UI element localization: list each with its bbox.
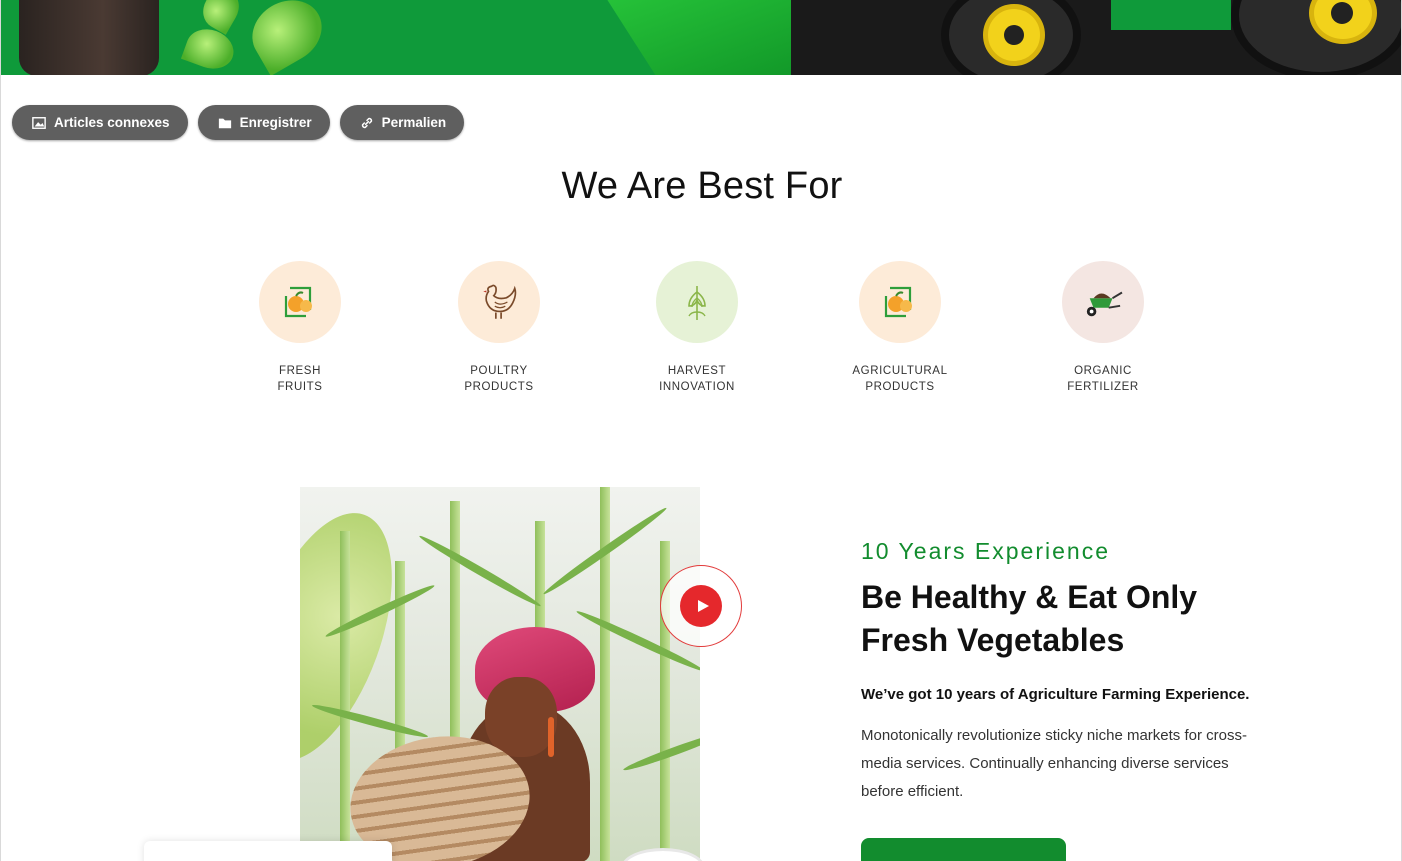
- about-body: Monotonically revolutionize sticky niche…: [861, 727, 1247, 800]
- save-button[interactable]: Enregistrer: [197, 105, 330, 140]
- about-lead: We’ve got 10 years of Agriculture Farmin…: [861, 686, 1250, 703]
- feature-label: HARVEST INNOVATION: [659, 365, 735, 393]
- link-icon: [361, 117, 372, 128]
- feature-label: POULTRY PRODUCTS: [464, 365, 534, 393]
- feature-label: ORGANIC FERTILIZER: [1067, 365, 1139, 393]
- feature-harvest-innovation[interactable]: HARVEST INNOVATION: [617, 261, 777, 395]
- fruit-basket-icon: [284, 286, 312, 318]
- feature-fresh-fruits[interactable]: FRESH FRUITS: [220, 261, 380, 395]
- farmer-photo: [300, 487, 700, 861]
- leaf-graphic: [180, 22, 240, 75]
- section-title: We Are Best For: [561, 165, 843, 207]
- play-video-button[interactable]: [660, 565, 742, 647]
- feature-icon-circle: [859, 261, 941, 343]
- feature-icon-circle: [656, 261, 738, 343]
- floating-card: [144, 841, 392, 861]
- tractor-graphic: [791, 0, 1401, 75]
- plant-pot-graphic: [19, 0, 159, 75]
- feature-icon-circle: [458, 261, 540, 343]
- wheat-icon: [688, 286, 706, 320]
- feature-label: FRESH FRUITS: [277, 365, 323, 393]
- related-articles-label: Articles connexes: [54, 115, 170, 130]
- feature-organic-fertilizer[interactable]: ORGANIC FERTILIZER: [1023, 261, 1183, 395]
- permalink-button[interactable]: Permalien: [339, 105, 465, 140]
- image-actions-bar: Articles connexes Enregistrer Permalien: [12, 105, 465, 140]
- play-icon: [697, 600, 709, 612]
- fruit-basket-icon: [884, 286, 912, 318]
- about-subtitle: 10 Years Experience: [861, 538, 1110, 564]
- feature-label: AGRICULTURAL PRODUCTS: [852, 365, 948, 393]
- feature-poultry-products[interactable]: POULTRY PRODUCTS: [419, 261, 579, 395]
- related-articles-button[interactable]: Articles connexes: [12, 105, 188, 140]
- feature-icon-circle: [1062, 261, 1144, 343]
- wheelbarrow-icon: [1086, 291, 1123, 317]
- play-button-core: [680, 585, 722, 627]
- about-headline: Be Healthy & Eat Only Fresh Vegetables: [861, 579, 1198, 658]
- save-label: Enregistrer: [239, 115, 312, 130]
- leaf-graphic: [240, 0, 334, 75]
- feature-icon-circle: [259, 261, 341, 343]
- hen-icon: [483, 284, 517, 319]
- image-icon: [32, 116, 46, 129]
- cta-button[interactable]: [861, 838, 1066, 861]
- hero-banner-image: [1, 0, 1401, 75]
- permalink-label: Permalien: [381, 115, 447, 130]
- page-frame: Articles connexes Enregistrer Permalien …: [0, 0, 1402, 861]
- folder-icon: [218, 118, 231, 128]
- feature-agricultural-products[interactable]: AGRICULTURAL PRODUCTS: [820, 261, 980, 395]
